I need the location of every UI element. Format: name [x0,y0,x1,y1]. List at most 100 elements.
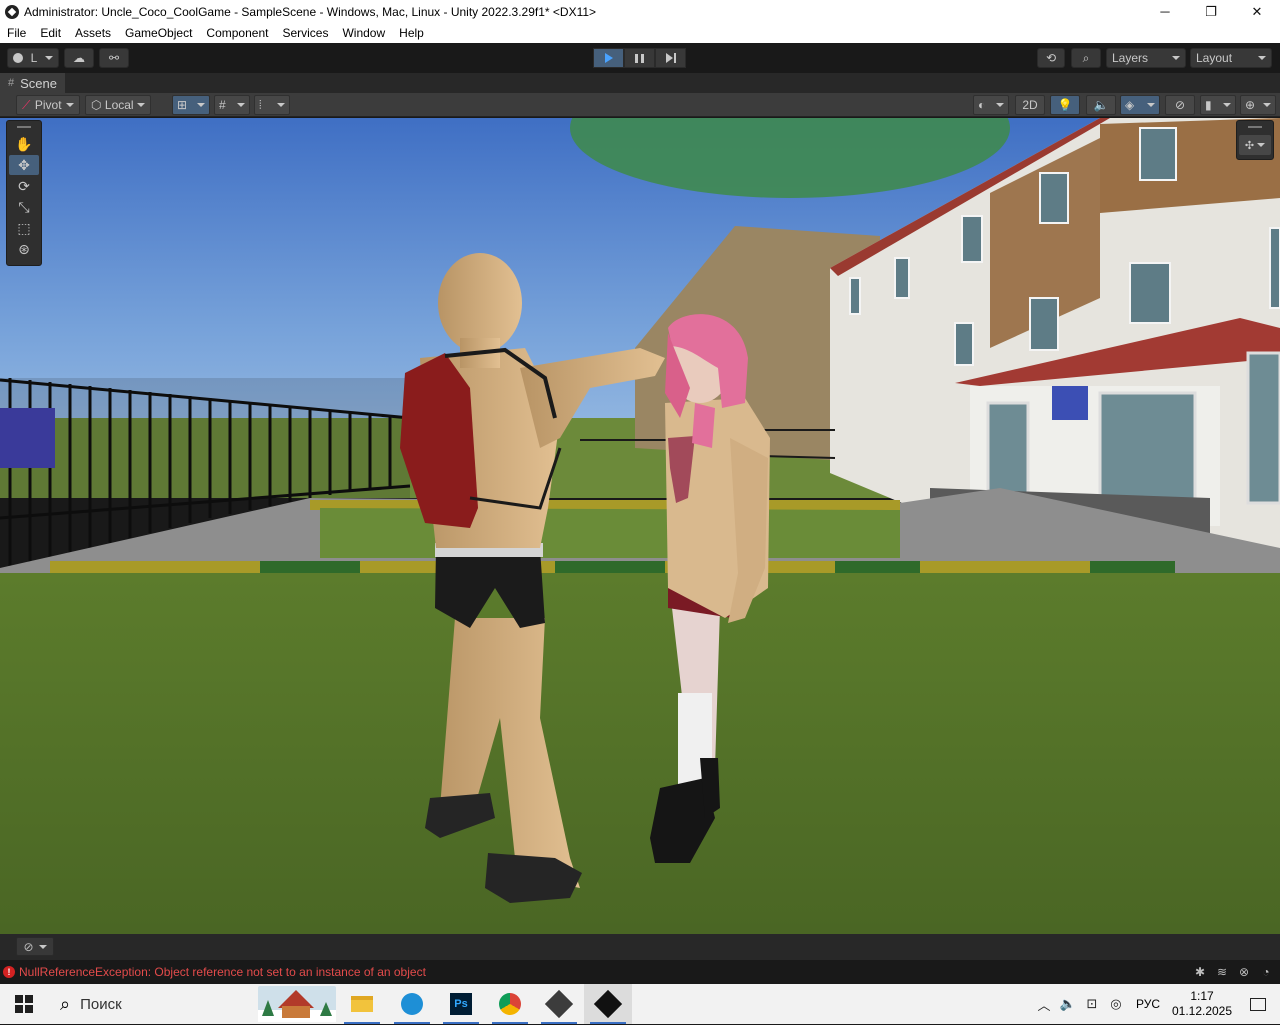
main-toolbar: L ☁ ⚯ ⟲ ⌕ Layers Layout [0,43,1280,73]
taskbar-chrome[interactable] [486,984,534,1024]
taskbar-file-explorer[interactable] [338,984,386,1024]
rect-transform-icon: ⬚ [17,219,31,236]
play-button[interactable] [593,48,624,68]
hand-icon: ✋ [15,135,33,152]
folder-icon [351,996,373,1012]
cloud-button[interactable]: ☁ [64,48,94,68]
increment-snap-toggle[interactable]: ⦙ [254,95,290,115]
menu-edit[interactable]: Edit [33,26,68,40]
meet-now-button[interactable]: ◎ [1104,984,1128,1024]
rect-tool-button[interactable]: ⬚ [9,218,39,238]
account-dropdown[interactable]: L [7,48,59,68]
lighting-toggle[interactable]: 💡 [1050,95,1080,115]
lightbulb-icon: 💡 [1057,98,1073,112]
view-options-overlay: ✣ [1236,120,1274,160]
play-controls [593,48,686,68]
scale-tool-button[interactable]: ⤡ [9,197,39,217]
start-button[interactable] [0,984,48,1024]
taskbar-photoshop[interactable]: Ps [437,984,485,1024]
chrome-icon [499,993,521,1015]
input-language[interactable]: РУС [1136,997,1160,1011]
cube-icon: ⬡ [91,98,102,112]
cache-icon[interactable]: ≋ [1214,964,1230,980]
menu-gameobject[interactable]: GameObject [118,26,199,40]
notifications-button[interactable] [1236,984,1280,1024]
menu-window[interactable]: Window [335,26,392,40]
view-orientation-dropdown[interactable]: ✣ [1239,135,1271,155]
menu-file[interactable]: File [0,26,33,40]
share-icon: ⚯ [108,51,120,65]
debug-icon[interactable]: ✱ [1192,964,1208,980]
taskbar-app-blue[interactable] [388,984,436,1024]
grid-snap-toggle[interactable]: ⊞ [172,95,210,115]
grid-axis-icon: ⊞ [177,98,188,112]
auto-generate-icon[interactable]: ⊗ [1236,964,1252,980]
audio-toggle[interactable]: 🔈 [1086,95,1116,115]
effects-dropdown[interactable]: ◈ [1120,95,1160,115]
close-button[interactable]: ✕ [1234,0,1280,23]
pivot-dropdown[interactable]: ⟋ Pivot [16,95,80,115]
menu-help[interactable]: Help [392,26,431,40]
chevron-down-icon [1172,56,1180,60]
network-button[interactable]: ⊡ [1080,984,1104,1024]
local-dropdown[interactable]: ⬡ Local [85,95,151,115]
tray-overflow-button[interactable]: ︿ [1032,984,1056,1024]
grid-visibility-toggle[interactable]: # [214,95,250,115]
speaker-icon: 🔈 [1059,996,1077,1011]
chevron-down-icon [38,944,47,949]
draw-mode-dropdown[interactable]: ◐ [973,95,1009,115]
pivot-icon: ⟋ [22,97,31,112]
taskbar-unity-editor[interactable] [584,984,632,1024]
move-tool-button[interactable]: ✥ [9,155,39,175]
step-button[interactable] [655,48,686,68]
camera-icon: ▮ [1205,98,1212,112]
menu-component[interactable]: Component [199,26,275,40]
rotate-icon: ⟳ [18,177,30,194]
camera-settings-dropdown[interactable]: ▮ [1200,95,1236,115]
pause-button[interactable] [624,48,655,68]
toggle-2d-button[interactable]: 2D [1015,95,1045,115]
drag-handle[interactable] [7,121,41,133]
collab-button[interactable]: ⚯ [99,48,129,68]
layout-dropdown[interactable]: Layout [1190,48,1272,68]
chevron-down-icon [1263,103,1271,107]
search-button[interactable]: ⌕ [1071,48,1101,68]
clock-time: 1:17 [1190,989,1214,1003]
grass-lawn [0,573,1280,934]
transform-icon: ⊛ [18,240,30,257]
overlay-menu-dropdown[interactable]: ⊘ [16,937,54,956]
menu-services[interactable]: Services [275,26,335,40]
hand-tool-button[interactable]: ✋ [9,134,39,154]
error-message[interactable]: NullReferenceException: Object reference… [19,965,426,979]
rotate-tool-button[interactable]: ⟳ [9,176,39,196]
drag-handle[interactable] [1237,121,1273,133]
taskbar-unity-hub[interactable] [535,984,583,1024]
minimize-button[interactable]: ─ [1142,0,1188,23]
volume-button[interactable]: 🔈 [1056,984,1080,1024]
gizmos-dropdown[interactable]: ⊕ [1240,95,1276,115]
layers-dropdown[interactable]: Layers [1106,48,1186,68]
taskbar-search[interactable]: ⌕ Поиск [48,984,248,1024]
progress-icon[interactable]: ◔ [1258,964,1274,980]
scale-icon: ⤡ [18,198,30,215]
transform-tool-button[interactable]: ⊛ [9,239,39,259]
step-icon [665,53,676,63]
app-circle-icon [401,993,423,1015]
tab-scene[interactable]: # Scene [0,73,65,93]
history-button[interactable]: ⟲ [1037,48,1065,68]
taskbar-clock[interactable]: 1:17 01.12.2025 [1168,989,1236,1019]
scene-tool-palette: ✋ ✥ ⟳ ⤡ ⬚ ⊛ [6,120,42,266]
photoshop-icon: Ps [450,993,472,1015]
windows-taskbar: ⌕ Поиск Ps ︿ 🔈 ⊡ ◎ РУС 1:17 01.12.2025 [0,984,1280,1024]
local-label: Local [104,98,134,112]
clock-date: 01.12.2025 [1171,1004,1233,1018]
move-arrows-icon: ✥ [18,156,30,173]
chevron-down-icon [66,103,74,107]
hidden-objects-toggle[interactable]: ⊘ [1165,95,1195,115]
maximize-button[interactable]: ❐ [1188,0,1234,23]
console-status-bar[interactable]: ! NullReferenceException: Object referen… [0,960,1280,984]
eye-off-icon: ⊘ [1174,98,1186,112]
scene-viewport[interactable] [0,118,1280,934]
scene-tab-bar: # Scene [0,73,1280,93]
menu-assets[interactable]: Assets [68,26,118,40]
